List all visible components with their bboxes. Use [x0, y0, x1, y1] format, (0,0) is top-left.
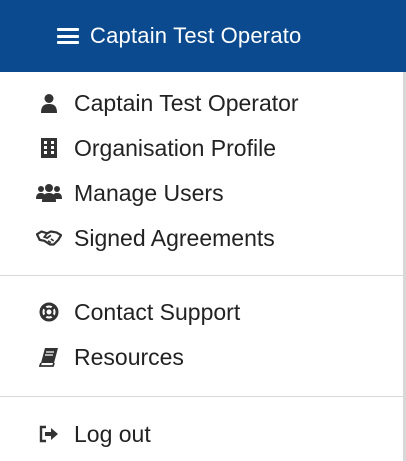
menu-item-resources[interactable]: Resources	[36, 340, 184, 374]
hamburger-icon	[57, 28, 79, 44]
menu-item-label: Signed Agreements	[74, 224, 275, 251]
menu-item-label: Manage Users	[74, 179, 224, 206]
sign-out-icon	[36, 423, 62, 445]
menu-item-log-out[interactable]: Log out	[36, 417, 151, 451]
menu-item-label: Organisation Profile	[74, 134, 276, 161]
menu-item-manage-users[interactable]: Manage Users	[36, 176, 224, 210]
users-icon	[36, 182, 62, 204]
building-icon	[36, 137, 62, 159]
menu-divider	[0, 275, 403, 276]
menu-item-signed-agreements[interactable]: Signed Agreements	[36, 221, 275, 255]
life-ring-icon	[36, 301, 62, 323]
account-menu-toggle[interactable]: Captain Test Operato	[0, 0, 406, 72]
menu-item-organisation-profile[interactable]: Organisation Profile	[36, 131, 276, 165]
menu-item-label: Resources	[74, 343, 184, 370]
menu-item-label: Log out	[74, 420, 151, 447]
account-name-title: Captain Test Operato	[90, 23, 302, 48]
handshake-icon	[36, 227, 62, 249]
menu-item-profile[interactable]: Captain Test Operator	[36, 86, 299, 120]
menu-divider	[0, 396, 403, 397]
user-icon	[36, 92, 62, 114]
book-icon	[36, 346, 62, 368]
menu-item-label: Captain Test Operator	[74, 89, 299, 116]
account-dropdown-menu: Captain Test Operator Organisation Profi…	[0, 72, 406, 461]
menu-item-contact-support[interactable]: Contact Support	[36, 295, 240, 329]
menu-item-label: Contact Support	[74, 298, 241, 325]
